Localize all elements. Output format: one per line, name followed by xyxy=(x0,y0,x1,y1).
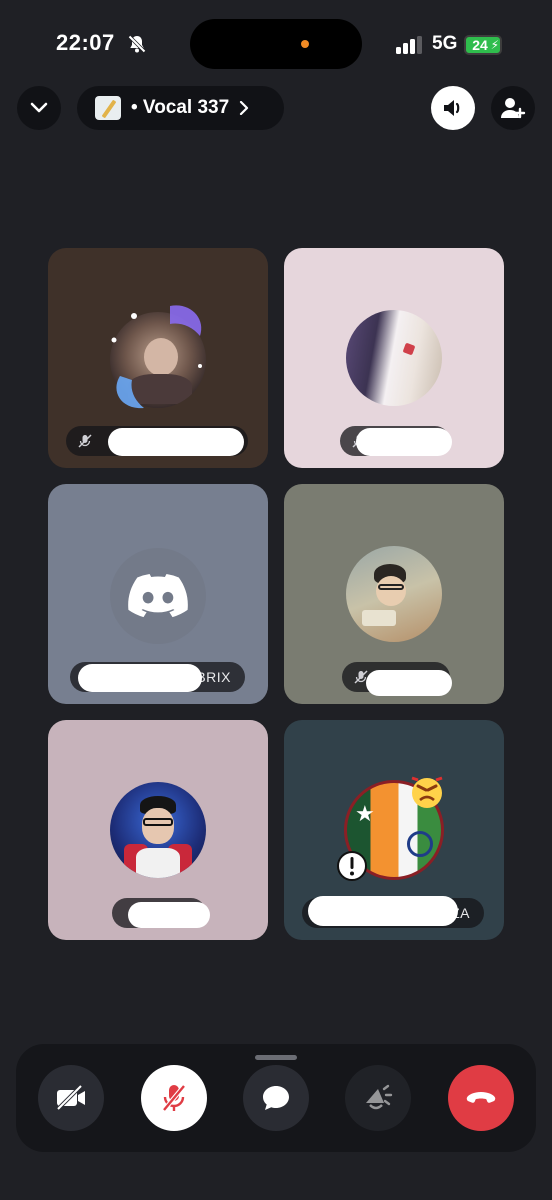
channel-name: • Vocal 337 xyxy=(131,97,230,118)
participant-avatar-2 xyxy=(346,310,442,406)
participant-avatar-5 xyxy=(110,782,206,878)
speaker-icon xyxy=(444,100,460,116)
redacted-name-1 xyxy=(108,428,244,456)
status-bar: 22:07 5G 24 ⚡ xyxy=(0,0,552,80)
participant-tile-6[interactable]: ★ AZA xyxy=(284,720,504,940)
redacted-name-4 xyxy=(366,670,452,696)
channel-info-button[interactable]: • Vocal 337 xyxy=(77,86,284,130)
voice-call-screen: 22:07 5G 24 ⚡ • Vocal 337 BRIX ★ xyxy=(0,0,552,1200)
participant-tile-5[interactable] xyxy=(48,720,268,940)
participant-tile-3[interactable]: BRIX xyxy=(48,484,268,704)
toggle-camera-button[interactable] xyxy=(38,1065,104,1131)
dynamic-island xyxy=(190,19,362,69)
charging-bolt-icon: ⚡ xyxy=(490,38,499,52)
participant-tile-2[interactable] xyxy=(284,248,504,468)
exclamation-bubble-icon xyxy=(337,851,367,881)
privacy-indicator-dot xyxy=(301,40,309,48)
camera-off-icon xyxy=(56,1085,85,1111)
status-time: 22:07 xyxy=(56,30,115,55)
redacted-name-5 xyxy=(128,902,210,928)
open-chat-button[interactable] xyxy=(243,1065,309,1131)
participant-tile-1[interactable] xyxy=(48,248,268,468)
participant-tile-4[interactable] xyxy=(284,484,504,704)
soundboard-button[interactable] xyxy=(345,1065,411,1131)
redacted-name-6 xyxy=(308,896,458,926)
chat-bubble-icon xyxy=(263,1086,289,1110)
chevron-down-icon xyxy=(30,102,48,113)
microphone-off-icon xyxy=(162,1084,186,1112)
sheet-grabber-handle[interactable] xyxy=(255,1055,297,1060)
redacted-name-2 xyxy=(356,428,452,456)
discord-logo-icon xyxy=(128,574,188,618)
toggle-microphone-button[interactable] xyxy=(141,1065,207,1131)
chevron-right-icon xyxy=(240,101,249,115)
anger-emoji-icon xyxy=(411,776,443,808)
microphone-muted-icon xyxy=(78,434,92,448)
network-type: 5G xyxy=(432,33,458,54)
invite-people-button[interactable] xyxy=(491,86,535,130)
hang-up-button[interactable] xyxy=(448,1065,514,1131)
redacted-name-3 xyxy=(78,664,202,692)
speaker-output-button[interactable] xyxy=(431,86,475,130)
bell-slash-icon xyxy=(128,35,146,53)
memo-emoji-icon xyxy=(95,96,121,120)
battery-charging-icon: 24 ⚡ xyxy=(464,35,502,55)
cellular-signal-icon xyxy=(396,36,422,54)
collapse-call-button[interactable] xyxy=(17,86,61,130)
participant-avatar-4 xyxy=(346,546,442,642)
hang-up-icon xyxy=(466,1092,496,1103)
add-person-icon xyxy=(501,98,526,119)
participant-avatar-3 xyxy=(110,548,206,644)
avatar-decoration-fish xyxy=(111,305,202,409)
soundboard-icon xyxy=(366,1084,393,1110)
